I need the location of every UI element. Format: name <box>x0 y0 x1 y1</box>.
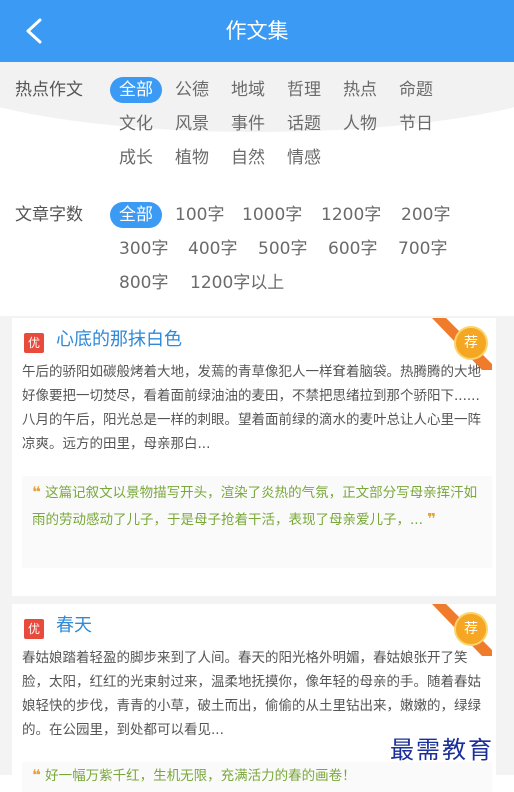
article-excerpt: 春姑娘踏着轻盈的脚步来到了人间。春天的阳光格外明媚，春姑娘张开了笑脸，太阳，红红… <box>22 650 481 738</box>
hot-tag[interactable]: 公德 <box>175 78 209 102</box>
hot-tag[interactable]: 节日 <box>399 112 433 136</box>
page-title: 作文集 <box>225 19 289 43</box>
hot-tag[interactable]: 地域 <box>231 78 265 102</box>
teacher-comment: ❝ 这篇记叙文以景物描写开头，渲染了炎热的气氛，正文部分写母亲挥汗如雨的劳动感动… <box>22 476 492 568</box>
open-quote-icon: ❝ <box>32 766 41 784</box>
close-quote-icon: ❞ <box>427 510 436 528</box>
hot-tag[interactable]: 成长 <box>119 146 153 170</box>
hot-tag[interactable]: 事件 <box>231 112 265 136</box>
words-tag[interactable]: 1200字以上 <box>190 271 284 295</box>
words-tag[interactable]: 600字 <box>328 237 377 261</box>
words-tag[interactable]: 400字 <box>188 237 237 261</box>
recommend-badge: 荐 <box>454 326 488 360</box>
hot-tag[interactable]: 话题 <box>287 112 321 136</box>
article-card[interactable]: 优 心底的那抹白色 荐 午后的骄阳如碳般烤着大地，发蔫的青草像犯人一样耷着脑袋。… <box>12 318 496 596</box>
words-filter-label: 文章字数 <box>15 205 83 225</box>
hot-tag[interactable]: 风景 <box>175 112 209 136</box>
comment-text: 这篇记叙文以景物描写开头，渲染了炎热的气氛，正文部分写母亲挥汗如雨的劳动感动了儿… <box>32 485 478 528</box>
hot-tag[interactable]: 热点 <box>343 78 377 102</box>
hot-tag[interactable]: 文化 <box>119 112 153 136</box>
recommend-badge: 荐 <box>454 612 488 646</box>
words-tag[interactable]: 500字 <box>258 237 307 261</box>
watermark: 最需教育 <box>390 736 494 764</box>
words-tag[interactable]: 200字 <box>401 203 450 227</box>
teacher-comment: ❝ 好一幅万紫千红，生机无限，充满活力的春的画卷！ <box>22 762 492 792</box>
words-tag[interactable]: 700字 <box>398 237 447 261</box>
words-tag[interactable]: 300字 <box>119 237 168 261</box>
app-header: 作文集 <box>0 0 514 62</box>
article-title[interactable]: 春天 <box>56 613 92 639</box>
hot-tag[interactable]: 自然 <box>231 146 265 170</box>
words-tag[interactable]: 1200字 <box>321 203 381 227</box>
words-tag[interactable]: 100字 <box>175 203 224 227</box>
excellent-badge: 优 <box>24 333 44 353</box>
hot-tag-all[interactable]: 全部 <box>110 77 162 103</box>
words-tag[interactable]: 800字 <box>119 271 168 295</box>
hot-tag[interactable]: 植物 <box>175 146 209 170</box>
hot-tag[interactable]: 情感 <box>287 146 321 170</box>
hot-tag[interactable]: 人物 <box>343 112 377 136</box>
article-title[interactable]: 心底的那抹白色 <box>56 327 182 353</box>
words-tag[interactable]: 1000字 <box>242 203 302 227</box>
comment-text: 好一幅万紫千红，生机无限，充满活力的春的画卷！ <box>45 768 356 784</box>
article-excerpt: 午后的骄阳如碳般烤着大地，发蔫的青草像犯人一样耷着脑袋。热腾腾的大地好像要把一切… <box>22 364 481 452</box>
hot-tag[interactable]: 哲理 <box>287 78 321 102</box>
open-quote-icon: ❝ <box>32 483 41 501</box>
excellent-badge: 优 <box>24 619 44 639</box>
hot-filter-label: 热点作文 <box>15 80 83 100</box>
words-tag-all[interactable]: 全部 <box>110 202 162 228</box>
hot-tag[interactable]: 命题 <box>399 78 433 102</box>
filter-panel: 热点作文 全部 公德 地域 哲理 热点 命题 文化 风景 事件 话题 人物 节日… <box>0 62 514 308</box>
